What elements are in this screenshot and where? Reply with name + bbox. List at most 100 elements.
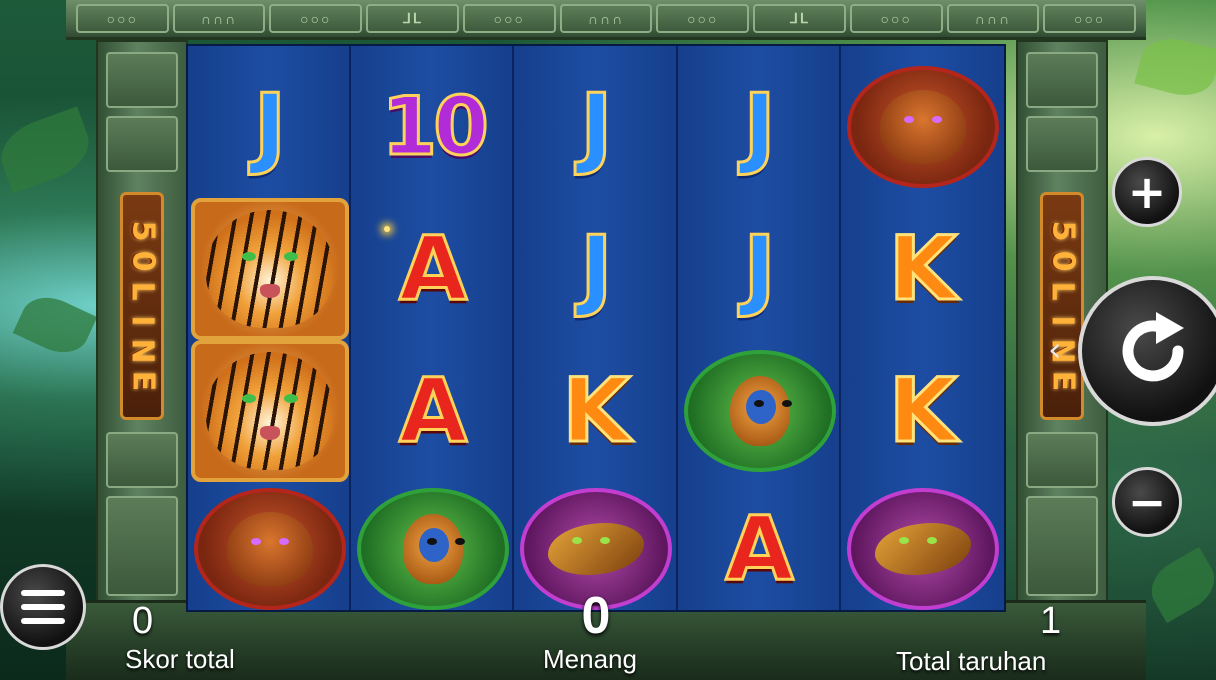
bear-icon xyxy=(879,90,966,164)
reel-cell xyxy=(678,340,839,482)
monkey-icon xyxy=(403,514,466,584)
pillar-block xyxy=(106,52,178,108)
lines-badge-char: 0 xyxy=(1045,250,1080,272)
symbol-tiger xyxy=(191,198,349,340)
stone-frame-top: ○○○ ∩∩∩ ○○○ ᒧᒪ ○○○ ∩∩∩ ○○○ ᒧᒪ ○○○ ∩∩∩ ○○… xyxy=(66,0,1146,40)
hamburger-icon xyxy=(21,590,65,624)
lines-badge-right: 5 0 L I N E xyxy=(1040,192,1084,420)
pillar-block xyxy=(1026,496,1098,596)
reel-cell xyxy=(351,478,512,610)
bear-icon xyxy=(227,512,313,586)
snake-icon xyxy=(874,523,971,575)
symbol-monkey xyxy=(357,488,510,610)
symbol-j: J xyxy=(742,75,778,178)
decrease-bet-button[interactable]: − xyxy=(1112,467,1182,537)
reel-cell xyxy=(188,478,349,610)
reel-cell: A xyxy=(351,198,512,340)
reel-cell: A xyxy=(678,478,839,610)
pillar-block xyxy=(106,432,178,488)
reel-cell: J xyxy=(678,198,839,340)
reel-cell: J xyxy=(514,56,675,198)
sparkle-decoration xyxy=(384,226,390,232)
symbol-tiger xyxy=(191,340,349,482)
carved-glyph: ∩∩∩ xyxy=(559,4,653,33)
pillar-block xyxy=(106,496,178,596)
reel-column: JJ A xyxy=(677,46,841,610)
total-bet-value: 1 xyxy=(1040,600,1062,642)
lines-badge-char: I xyxy=(1044,315,1080,327)
reel-cell: J xyxy=(514,198,675,340)
leaf-decoration xyxy=(0,106,98,194)
reel-column: J xyxy=(188,46,352,610)
symbol-k: K xyxy=(887,359,958,462)
carved-glyph: ᒧᒪ xyxy=(753,4,846,33)
leaf-decoration xyxy=(1134,31,1216,103)
reel-column: JJK xyxy=(514,46,678,610)
symbol-a: A xyxy=(398,217,469,320)
reel-cell: K xyxy=(514,340,675,482)
reel-column: KK xyxy=(840,46,1004,610)
reel-cell: 10 xyxy=(351,56,512,198)
reel-cell xyxy=(188,198,349,340)
reel-cell xyxy=(841,478,1004,610)
lines-badge-char: L xyxy=(125,281,160,301)
carved-glyph: ○○○ xyxy=(849,4,943,33)
pillar-block xyxy=(106,116,178,172)
symbol-monkey xyxy=(683,350,836,472)
menu-button[interactable] xyxy=(0,564,86,650)
win-label: Menang xyxy=(543,644,637,674)
reel-cell: J xyxy=(188,56,349,198)
lines-badge-char: I xyxy=(124,315,160,327)
lines-badge-char: 0 xyxy=(125,250,160,272)
pillar-block xyxy=(1026,116,1098,172)
refresh-icon xyxy=(1122,312,1184,382)
symbol-10: 10 xyxy=(380,80,490,173)
lines-badge-char: 5 xyxy=(125,220,160,242)
lines-badge-char: E xyxy=(1045,370,1080,392)
plus-icon: + xyxy=(1127,165,1167,219)
symbol-bear xyxy=(846,66,999,188)
symbol-a: A xyxy=(724,497,795,600)
leaf-decoration xyxy=(1141,546,1216,624)
carved-glyph: ○○○ xyxy=(656,4,750,33)
minus-icon: − xyxy=(1127,475,1167,529)
carved-glyph: ○○○ xyxy=(269,4,363,33)
chevron-left-icon: ‹ xyxy=(1048,330,1062,370)
symbol-j: J xyxy=(742,217,778,320)
carved-glyph: ∩∩∩ xyxy=(172,4,266,33)
symbol-j: J xyxy=(252,75,288,178)
lines-badge-char: E xyxy=(125,370,160,392)
increase-bet-button[interactable]: + xyxy=(1112,157,1182,227)
symbol-k: K xyxy=(561,359,632,462)
carved-glyph: ∩∩∩ xyxy=(946,4,1040,33)
reel-grid: J 10 A A J J K J J A K K xyxy=(186,44,1006,612)
pillar-block xyxy=(1026,432,1098,488)
lines-badge-left: 5 0 L I N E xyxy=(120,192,164,420)
tiger-icon xyxy=(206,352,334,470)
reel-cell: K xyxy=(841,198,1004,340)
lines-badge-char: 5 xyxy=(1045,220,1080,242)
total-score-value: 0 xyxy=(132,600,154,642)
symbol-snake xyxy=(846,488,999,610)
snake-icon xyxy=(548,523,645,575)
stone-pillar-left: 5 0 L I N E xyxy=(96,40,188,610)
tiger-icon xyxy=(206,210,334,328)
carved-glyph: ○○○ xyxy=(462,4,556,33)
symbol-j: J xyxy=(579,217,615,320)
monkey-icon xyxy=(729,376,792,446)
win-value: 0 xyxy=(581,587,611,645)
spin-button[interactable] xyxy=(1078,276,1216,426)
leaf-decoration xyxy=(12,287,98,363)
symbol-k: K xyxy=(887,217,958,320)
total-score-label: Skor total xyxy=(125,644,235,674)
reel-cell xyxy=(188,340,349,482)
lines-badge-char: N xyxy=(124,338,160,364)
carved-glyph: ᒧᒪ xyxy=(366,4,459,33)
carved-glyph: ○○○ xyxy=(76,4,169,33)
reel-cell: A xyxy=(351,340,512,482)
carved-glyph: ○○○ xyxy=(1043,4,1137,33)
reel-cell: K xyxy=(841,340,1004,482)
total-bet-label: Total taruhan xyxy=(896,646,1047,676)
pillar-block xyxy=(1026,52,1098,108)
symbol-a: A xyxy=(398,359,469,462)
